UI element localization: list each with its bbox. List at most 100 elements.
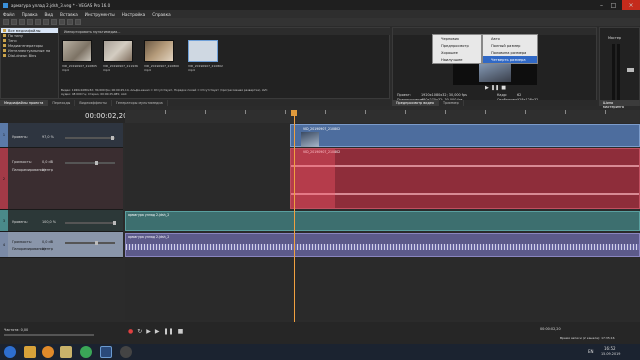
play-icon[interactable]: ▶: [155, 328, 160, 335]
time-ruler[interactable]: [125, 110, 640, 123]
paste-icon[interactable]: [59, 19, 65, 25]
file-manager-icon[interactable]: [60, 346, 72, 358]
volume-slider[interactable]: [65, 241, 115, 245]
transport-controls: ▶ ❚❚ ■: [485, 85, 506, 91]
level-slider[interactable]: [65, 136, 115, 140]
master-fader[interactable]: [627, 68, 634, 72]
audio-clip[interactable]: VID_20190907_210802: [290, 148, 640, 209]
level-value: 97,0 %: [42, 135, 54, 139]
title-bar: армагура уллад 2.jdsh_3.veg * - VEGAS Pr…: [0, 0, 640, 10]
tab-video-fx[interactable]: Видеоэффекты: [75, 100, 112, 106]
play-icon[interactable]: ▶: [485, 85, 489, 91]
menu-edit[interactable]: Правка: [22, 12, 38, 17]
media-thumb[interactable]: [103, 40, 133, 62]
tab-project-media[interactable]: Медиафайлы проекта: [0, 100, 49, 106]
volume-label: Громкость:: [12, 160, 32, 164]
taskbar: EN 16:52 15.09.2019: [0, 344, 640, 360]
tree-item-smart-bins[interactable]: Интеллектуальные па: [1, 48, 58, 53]
minimize-button[interactable]: –: [596, 0, 607, 10]
maximize-button[interactable]: □: [608, 0, 619, 10]
master-bus-panel: Мастер: [599, 27, 640, 106]
properties-icon[interactable]: [35, 19, 41, 25]
waveform: [291, 165, 639, 167]
track-number: 4: [0, 232, 8, 257]
folder-icon: [3, 39, 6, 42]
track-header-audio-4: 4 Громкость: 0,0 dB Панорамирование: Цен…: [0, 232, 123, 258]
vegas-icon[interactable]: [100, 346, 112, 358]
app-icon[interactable]: [120, 346, 132, 358]
pause-icon[interactable]: ❚❚: [491, 85, 499, 91]
menu-item-good[interactable]: Хорошее: [433, 49, 481, 56]
media-ext: mp4: [103, 68, 110, 72]
rate-slider[interactable]: [4, 334, 94, 336]
language-indicator[interactable]: EN: [588, 349, 594, 354]
video-clip[interactable]: армагура уллад 2.jdsh_2: [125, 211, 640, 231]
pause-icon[interactable]: ❚❚: [164, 328, 174, 335]
chrome-icon[interactable]: [80, 346, 92, 358]
tab-trimmer[interactable]: Триммер: [439, 100, 464, 106]
record-icon[interactable]: ●: [128, 328, 133, 335]
media-ext: mp4: [144, 68, 151, 72]
import-media-button[interactable]: Импортировать мультимедиа...: [64, 30, 120, 34]
bottom-timecode: 00:00:02,20: [540, 327, 561, 331]
audio-clip[interactable]: армагура уллад 2.jdsh_2: [125, 233, 640, 257]
menu-item-draft[interactable]: Черновик: [433, 35, 481, 42]
media-thumb[interactable]: [188, 40, 218, 62]
video-clip[interactable]: VID_20190907_210802: [290, 124, 640, 147]
media-thumb[interactable]: [62, 40, 92, 62]
selection-region: [291, 149, 335, 208]
play-from-start-icon[interactable]: ▶: [146, 328, 151, 335]
level-label: Уровень:: [12, 220, 28, 224]
menu-item-preview[interactable]: Предпросмотр: [433, 42, 481, 49]
pan-label: Панорамирование:: [12, 247, 46, 251]
tab-media-generators[interactable]: Генераторы мультимедиа: [112, 100, 168, 106]
copy-icon[interactable]: [51, 19, 57, 25]
media-header: Импортировать мультимедиа...: [60, 28, 390, 35]
menu-item-auto[interactable]: Авто: [483, 35, 537, 42]
media-ext: mp4: [188, 68, 195, 72]
render-icon[interactable]: [27, 19, 33, 25]
close-button[interactable]: ×: [622, 0, 640, 10]
frame-value: 62: [517, 93, 522, 97]
stop-icon[interactable]: ■: [501, 85, 506, 91]
volume-slider[interactable]: [65, 161, 115, 165]
tree-item-bins[interactable]: Dial-drawn Bins: [1, 53, 58, 58]
clock-date: 15.09.2019: [601, 352, 621, 356]
menu-item-best[interactable]: Наилучшее: [433, 56, 481, 63]
tab-video-preview[interactable]: Предпросмотр видео: [392, 100, 439, 106]
menu-view[interactable]: Вид: [45, 12, 54, 17]
open-icon[interactable]: [11, 19, 17, 25]
tab-transitions[interactable]: Переходы: [48, 100, 76, 106]
waveform: [126, 244, 639, 250]
menu-help[interactable]: Справка: [152, 12, 170, 17]
volume-value: 0,0 dB: [42, 160, 53, 164]
clock-time: 16:52: [604, 346, 616, 351]
loop-icon[interactable]: ↻: [137, 328, 142, 335]
waveform: [291, 193, 639, 195]
new-icon[interactable]: [3, 19, 9, 25]
start-icon[interactable]: [4, 346, 16, 358]
stop-icon[interactable]: ■: [178, 328, 184, 335]
menu-item-quarter-size[interactable]: Четверть размера: [483, 56, 537, 63]
level-label: Уровень:: [12, 135, 28, 139]
menu-file[interactable]: Файл: [3, 12, 15, 17]
menu-options[interactable]: Настройка: [122, 12, 146, 17]
clip-thumbnail: [301, 132, 319, 147]
folder-icon: [3, 29, 6, 32]
save-icon[interactable]: [19, 19, 25, 25]
undo-icon[interactable]: [67, 19, 73, 25]
playhead[interactable]: [294, 115, 295, 345]
level-slider[interactable]: [65, 221, 116, 225]
menu-item-full-size[interactable]: Полный размер: [483, 42, 537, 49]
redo-icon[interactable]: [75, 19, 81, 25]
menu-item-half-size[interactable]: Половина размера: [483, 49, 537, 56]
menu-insert[interactable]: Вставка: [60, 12, 78, 17]
menu-tools[interactable]: Инструменты: [85, 12, 115, 17]
cut-icon[interactable]: [43, 19, 49, 25]
media-ext: mp4: [62, 68, 69, 72]
tab-master-bus[interactable]: Шина мастеринга: [599, 100, 640, 109]
media-thumb[interactable]: [144, 40, 174, 62]
timeline-footer: Частота: 0,00 ● ↻ ▶ ▶ ❚❚ ■ 00:00:02,20 В…: [0, 322, 640, 344]
explorer-icon[interactable]: [24, 346, 36, 358]
media-player-icon[interactable]: [42, 346, 54, 358]
